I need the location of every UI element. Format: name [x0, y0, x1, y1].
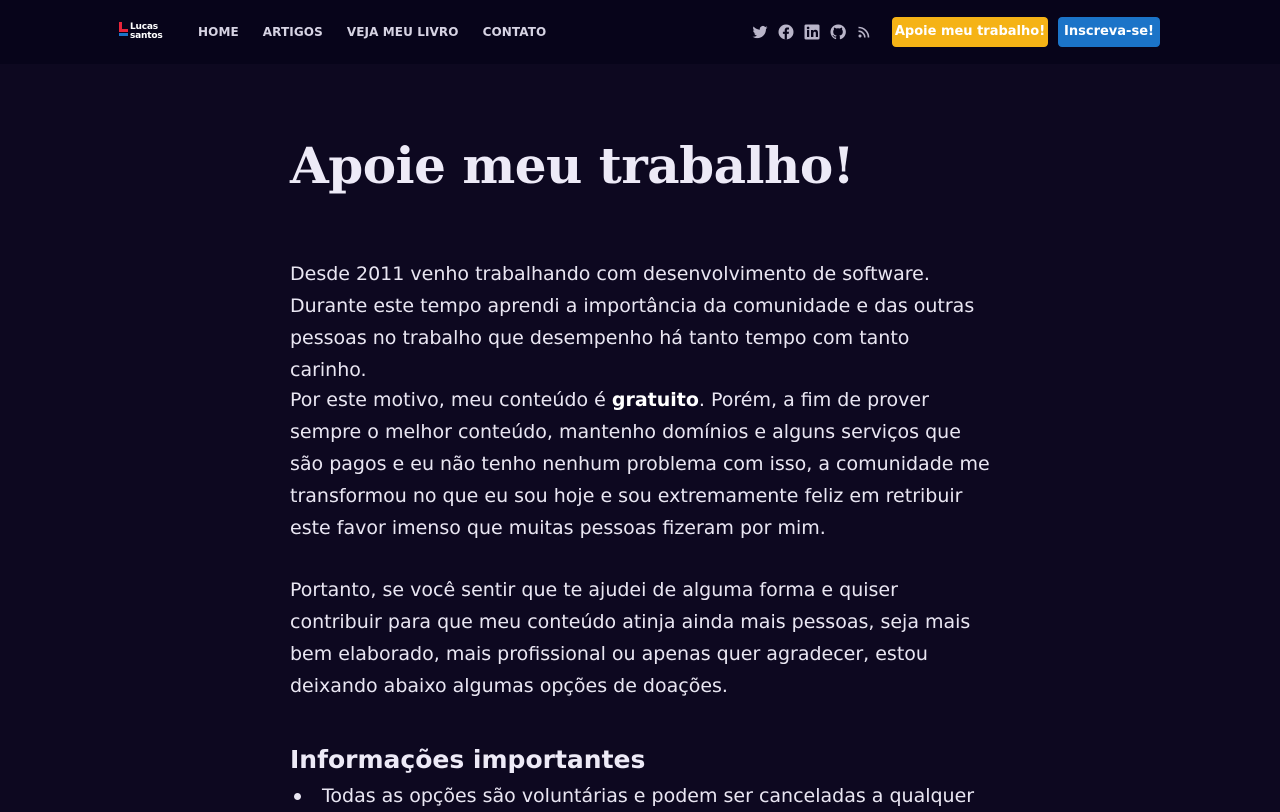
list-item-text: Todas as opções são voluntárias e podem …	[322, 785, 975, 807]
motive-text-start: Por este motivo, meu conteúdo é	[290, 389, 612, 411]
free-highlight: gratuito	[611, 389, 699, 411]
nav-home[interactable]: HOME	[198, 24, 239, 40]
facebook-icon[interactable]	[778, 24, 794, 40]
site-logo[interactable]: Lucas santos	[119, 21, 171, 43]
motive-text-end: . Porém, a fim de prover sempre o melhor…	[290, 389, 990, 539]
linkedin-icon[interactable]	[804, 24, 820, 40]
github-icon[interactable]	[830, 24, 846, 40]
important-info-heading: Informações importantes	[290, 745, 646, 774]
support-button[interactable]: Apoie meu trabalho!	[892, 17, 1048, 47]
donation-paragraph: Portanto, se você sentir que te ajudei d…	[290, 579, 971, 697]
nav-contato[interactable]: CONTATO	[483, 24, 547, 40]
logo-text-line2: santos	[130, 31, 163, 41]
site-header: Lucas santos HOME ARTIGOS VEJA MEU LIVRO…	[0, 0, 1280, 64]
intro-paragraph: Desde 2011 venho trabalhando com desenvo…	[290, 263, 975, 381]
subscribe-button[interactable]: Inscreva-se!	[1058, 17, 1160, 47]
nav-artigos[interactable]: ARTIGOS	[263, 24, 323, 40]
main-nav: HOME ARTIGOS VEJA MEU LIVRO CONTATO	[198, 24, 570, 40]
page-title: Apoie meu trabalho!	[290, 136, 855, 195]
nav-veja-meu-livro[interactable]: VEJA MEU LIVRO	[347, 24, 459, 40]
twitter-icon[interactable]	[752, 24, 768, 40]
bullet-icon	[294, 793, 301, 800]
list-item: Todas as opções são voluntárias e podem …	[290, 780, 990, 812]
logo-mark-bar	[119, 29, 128, 32]
main-content: Apoie meu trabalho! Desde 2011 venho tra…	[290, 130, 990, 807]
important-info-list: Todas as opções são voluntárias e podem …	[290, 780, 990, 812]
social-links	[752, 24, 882, 40]
motive-paragraph: Por este motivo, meu conteúdo é gratuito…	[290, 384, 990, 544]
logo-mark-blue	[119, 33, 128, 36]
rss-icon[interactable]	[856, 24, 872, 40]
